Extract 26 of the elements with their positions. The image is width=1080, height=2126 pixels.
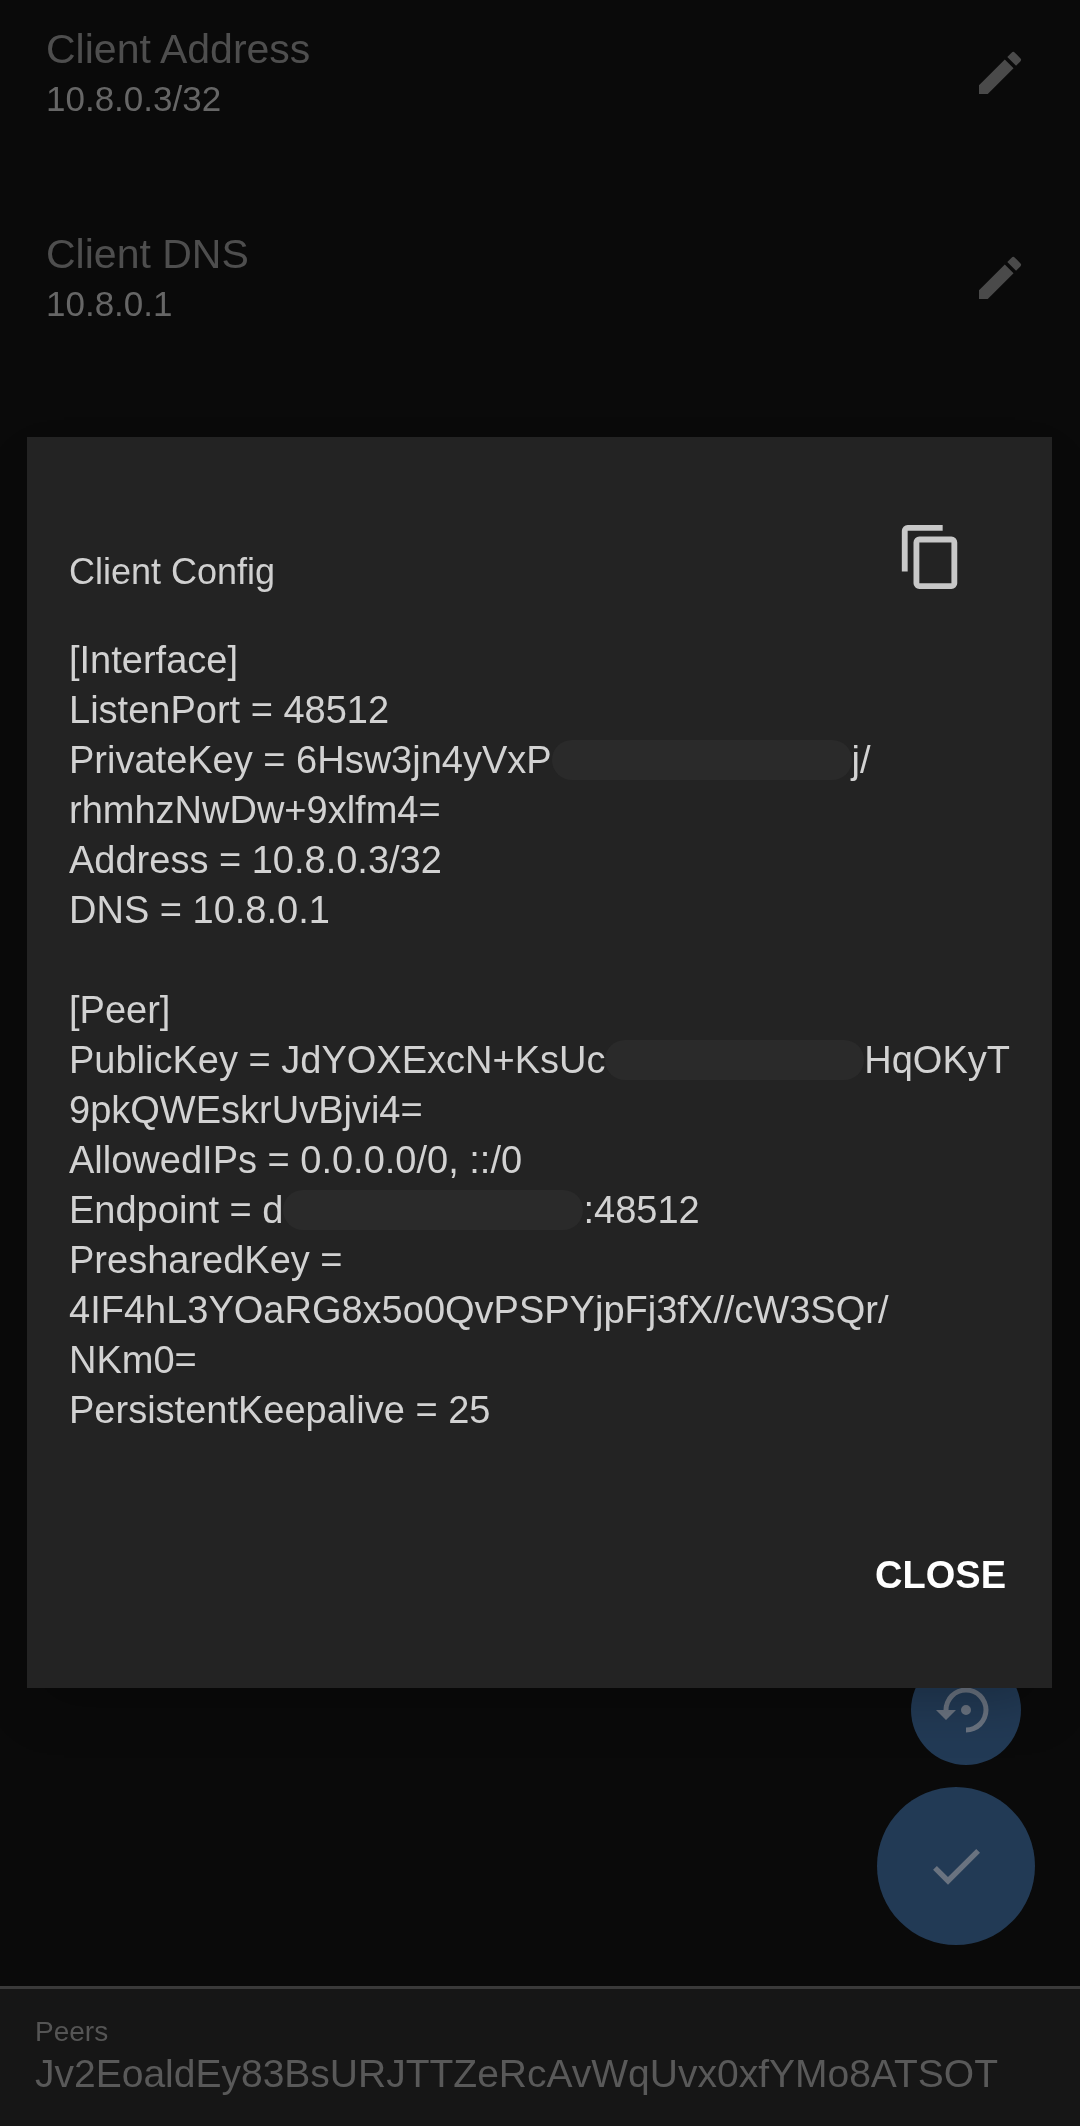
config-line: 4IF4hL3YOaRG8x5o0QvPSPYjpFj3fX//cW3SQr/: [69, 1288, 889, 1333]
config-line: :48512: [583, 1188, 700, 1233]
config-line: AllowedIPs = 0.0.0.0/0, ::/0: [69, 1138, 523, 1183]
config-line: NKm0=: [69, 1338, 197, 1383]
config-line: PresharedKey =: [69, 1238, 343, 1283]
config-line: Endpoint = d: [69, 1188, 284, 1233]
dialog-title: Client Config: [69, 550, 276, 594]
setting-label: Client Address: [46, 24, 311, 74]
config-line: PrivateKey = 6Hsw3jn4yVxP: [69, 738, 552, 783]
config-line: [Interface]: [69, 638, 238, 683]
peer-key: Jv2EoaldEy83BsURJTTZeRcAvWqUvx0xfYMo8ATSOT: [35, 2049, 1080, 2099]
peers-label: Peers: [35, 2015, 110, 2049]
config-line: Address = 10.8.0.3/32: [69, 838, 442, 883]
setting-value: 10.8.0.3/32: [46, 77, 223, 120]
setting-label: Client DNS: [46, 229, 249, 279]
config-line: 9pkQWEskrUvBjvi4=: [69, 1088, 423, 1133]
config-line: DNS = 10.8.0.1: [69, 888, 330, 933]
close-button[interactable]: CLOSE: [851, 1533, 1030, 1618]
config-line: j/: [851, 738, 871, 783]
config-line: [Peer]: [69, 988, 171, 1033]
config-line: HqOKyT: [864, 1038, 1010, 1083]
config-line: PersistentKeepalive = 25: [69, 1388, 491, 1433]
config-line: rhmhzNwDw+9xlfm4=: [69, 788, 441, 833]
config-line: ListenPort = 48512: [69, 688, 390, 733]
config-line: PublicKey = JdYOXExcN+KsUc: [69, 1038, 606, 1083]
setting-value: 10.8.0.1: [46, 282, 174, 325]
